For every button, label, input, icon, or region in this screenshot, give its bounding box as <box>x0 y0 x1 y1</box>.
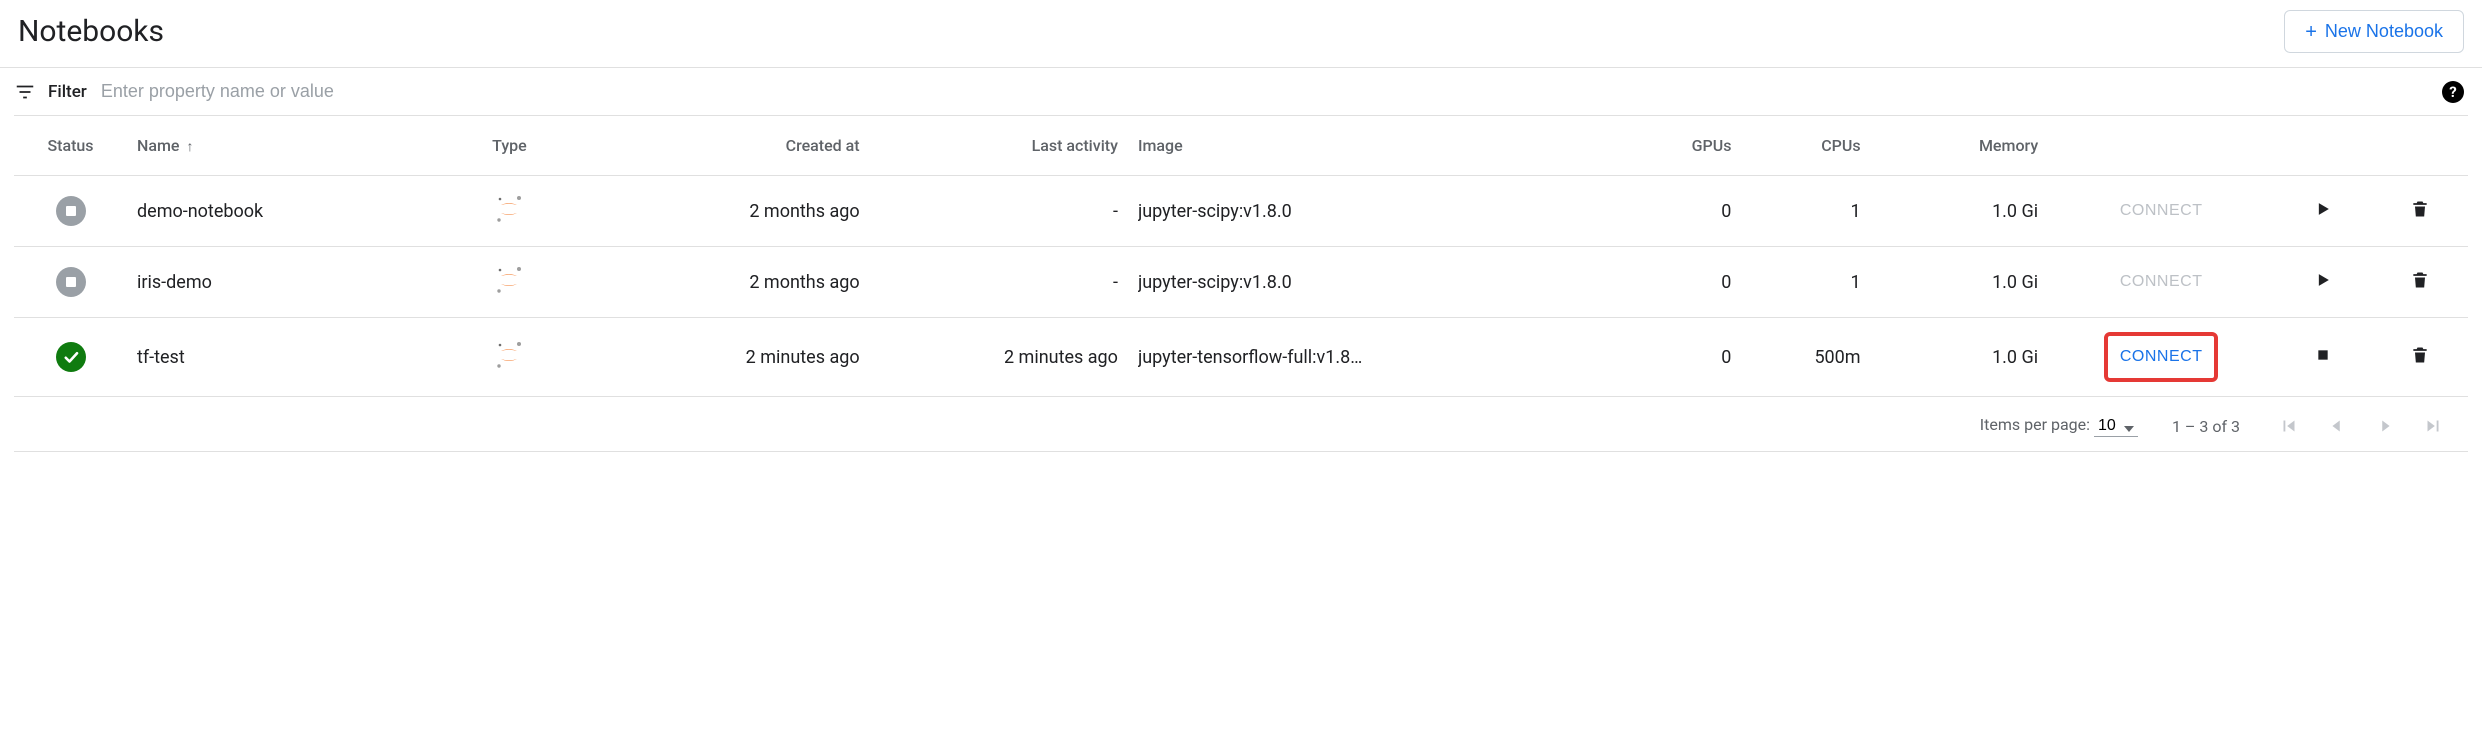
table-row: iris-demo 2 months ago-jupyter-scipy:v1.8… <box>14 247 2468 318</box>
new-notebook-label: New Notebook <box>2325 21 2443 42</box>
plus-icon: + <box>2305 22 2317 42</box>
status-stopped-icon <box>56 267 86 297</box>
col-header-action <box>2274 116 2371 176</box>
stop-button[interactable] <box>2315 347 2331 363</box>
start-button[interactable] <box>2313 270 2333 290</box>
col-header-memory[interactable]: Memory <box>1871 116 2049 176</box>
image-name: jupyter-scipy:v1.8.0 <box>1138 272 1292 293</box>
cpus-value: 1 <box>1741 176 1870 247</box>
image-name: jupyter-scipy:v1.8.0 <box>1138 201 1292 222</box>
next-page-button[interactable] <box>2370 411 2400 441</box>
items-per-page-label: Items per page: <box>1980 415 2090 434</box>
created-at: 2 minutes ago <box>627 318 869 397</box>
cpus-value: 1 <box>1741 247 1870 318</box>
col-header-type[interactable]: Type <box>482 116 627 176</box>
filter-label: Filter <box>48 82 87 102</box>
items-per-page-select[interactable]: 10 <box>2094 415 2138 437</box>
connect-button[interactable]: CONNECT <box>2106 334 2217 380</box>
start-button[interactable] <box>2313 199 2333 219</box>
connect-button: CONNECT <box>2112 196 2211 226</box>
first-page-button[interactable] <box>2274 411 2304 441</box>
connect-button: CONNECT <box>2112 267 2211 297</box>
last-activity: 2 minutes ago <box>870 318 1128 397</box>
col-header-delete <box>2371 116 2468 176</box>
jupyter-icon <box>492 338 526 372</box>
gpus-value: 0 <box>1612 176 1741 247</box>
memory-value: 1.0 Gi <box>1871 318 2049 397</box>
last-activity: - <box>870 247 1128 318</box>
cpus-value: 500m <box>1741 318 1870 397</box>
col-header-image[interactable]: Image <box>1128 116 1612 176</box>
paginator: Items per page: 10 1 – 3 of 3 <box>14 397 2468 452</box>
delete-button[interactable] <box>2410 269 2430 291</box>
col-header-activity[interactable]: Last activity <box>870 116 1128 176</box>
last-activity: - <box>870 176 1128 247</box>
notebook-name: iris-demo <box>127 247 482 318</box>
col-header-connect <box>2048 116 2274 176</box>
col-header-name-label: Name <box>137 136 179 155</box>
sort-asc-icon: ↑ <box>186 139 193 155</box>
col-header-name[interactable]: Name ↑ <box>127 116 482 176</box>
gpus-value: 0 <box>1612 247 1741 318</box>
memory-value: 1.0 Gi <box>1871 247 2049 318</box>
prev-page-button[interactable] <box>2322 411 2352 441</box>
table-row: demo-notebook 2 months ago-jupyter-scipy:… <box>14 176 2468 247</box>
image-name: jupyter-tensorflow-full:v1.8… <box>1138 347 1362 368</box>
col-header-cpus[interactable]: CPUs <box>1741 116 1870 176</box>
col-header-created[interactable]: Created at <box>627 116 869 176</box>
filter-input[interactable] <box>99 80 2430 103</box>
notebook-name: tf-test <box>127 318 482 397</box>
created-at: 2 months ago <box>627 176 869 247</box>
filter-icon <box>14 81 36 103</box>
help-icon[interactable]: ? <box>2442 81 2464 103</box>
table-row: tf-test 2 minutes ago2 minutes ago jupyter… <box>14 318 2468 397</box>
status-running-icon <box>56 342 86 372</box>
new-notebook-button[interactable]: + New Notebook <box>2284 10 2464 53</box>
notebook-name: demo-notebook <box>127 176 482 247</box>
gpus-value: 0 <box>1612 318 1741 397</box>
notebooks-table: Status Name ↑ Type Created at Last activ… <box>14 115 2468 397</box>
jupyter-icon <box>492 263 526 297</box>
page-title: Notebooks <box>18 14 164 49</box>
last-page-button[interactable] <box>2418 411 2448 441</box>
col-header-status[interactable]: Status <box>14 116 127 176</box>
delete-button[interactable] <box>2410 344 2430 366</box>
memory-value: 1.0 Gi <box>1871 176 2049 247</box>
status-stopped-icon <box>56 196 86 226</box>
pagination-range: 1 – 3 of 3 <box>2172 417 2240 436</box>
col-header-gpus[interactable]: GPUs <box>1612 116 1741 176</box>
delete-button[interactable] <box>2410 198 2430 220</box>
created-at: 2 months ago <box>627 247 869 318</box>
jupyter-icon <box>492 192 526 226</box>
